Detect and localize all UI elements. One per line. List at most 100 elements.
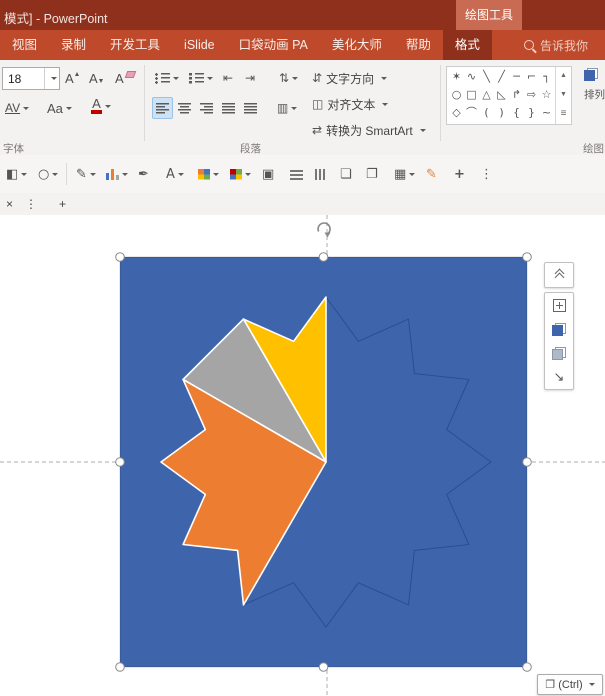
align-center-button[interactable] [175,97,194,119]
text-style-button[interactable]: A [164,163,186,185]
document-tabbar: × ⋮ + [0,193,605,216]
shape-right-paren-icon[interactable]: ) [494,104,509,122]
tab-format[interactable]: 格式 [442,30,492,60]
bullets-icon [155,72,170,84]
copy-button[interactable]: ❏ [338,163,354,185]
chart-columns-icon [106,168,119,180]
shape-rectangle-icon[interactable]: □ [464,86,479,104]
tab-pocket-animation[interactable]: 口袋动画 PA [227,30,320,60]
shape-diamond-icon[interactable]: ◇ [449,104,464,122]
gallery-scroll-down-button[interactable]: ▼ [556,86,571,105]
shape-line-icon[interactable]: ╲ [479,68,494,86]
select-objects-button[interactable]: + [452,163,467,185]
send-backward-button[interactable] [545,341,573,365]
edit-shape-button[interactable]: ✎ [74,163,98,185]
shape-curve-icon[interactable]: ~ [539,104,554,122]
slide-layout-button[interactable]: ▣ [260,163,276,185]
gallery-more-button[interactable]: ≡ [556,105,571,124]
resize-handle-bottom-center[interactable] [318,662,329,672]
new-tab-button[interactable]: + [53,197,72,211]
font-size-dropdown[interactable] [44,68,59,89]
align-right-icon [200,102,213,114]
shape-star-outline-icon[interactable]: ☆ [539,86,554,104]
bring-forward-button[interactable] [545,317,573,341]
resize-handle-bottom-right[interactable] [522,662,532,672]
close-tab-button[interactable]: × [0,197,19,211]
toolbar-more-button[interactable]: ⋮ [478,163,495,185]
justify-button[interactable] [219,97,238,119]
tab-record[interactable]: 录制 [49,30,98,60]
tab-beautify[interactable]: 美化大师 [320,30,394,60]
resize-handle-top-left[interactable] [115,252,125,262]
line-spacing-button[interactable]: ⇅ [276,67,301,89]
numbering-button[interactable] [186,67,216,89]
text-direction-button[interactable]: ⇵ 文字方向 [312,68,388,88]
shape-line-icon[interactable]: ╱ [494,68,509,86]
increase-indent-button[interactable]: ⇥ [242,67,258,89]
collapse-panel-button[interactable] [545,263,573,287]
gallery-scroll-up-button[interactable]: ▲ [556,67,571,86]
resize-handle-middle-left[interactable] [115,457,125,467]
distribute-rows-button[interactable] [288,163,305,185]
character-spacing-button[interactable]: AV [2,97,32,119]
grow-font-button[interactable]: A [62,67,82,89]
shape-triangle-icon[interactable]: △ [479,86,494,104]
tab-view[interactable]: 视图 [0,30,49,60]
change-case-button[interactable]: Aa [44,97,75,119]
resize-handle-top-center[interactable] [318,252,329,262]
align-left-button[interactable] [152,97,173,119]
font-size-combo[interactable]: 18 [2,67,60,90]
shape-fill-button[interactable]: ◧ [4,163,29,185]
chart-button[interactable] [104,163,130,185]
rotation-handle[interactable] [317,222,331,238]
marker-pen-button[interactable]: ✎ [424,163,439,185]
shape-arrow-icon[interactable]: ↱ [509,86,524,104]
eyedropper-button[interactable]: ✒ [136,163,151,185]
shrink-font-label: A [89,70,98,86]
shape-circle-icon[interactable]: ○ [449,86,464,104]
shape-right-triangle-icon[interactable]: ◺ [494,86,509,104]
align-center-target-button[interactable] [545,293,573,317]
paste-options-button[interactable]: ❐ (Ctrl) [537,674,603,695]
tab-options-button[interactable]: ⋮ [19,197,43,211]
clear-formatting-button[interactable]: A [112,67,138,89]
resize-handle-middle-right[interactable] [522,457,532,467]
bullets-button[interactable] [152,67,182,89]
shape-left-paren-icon[interactable]: ( [479,104,494,122]
distribute-text-button[interactable] [241,97,260,119]
shape-squiggle-icon[interactable]: ∿ [464,68,479,86]
shape-right-brace-icon[interactable]: } [524,104,539,122]
tab-developer[interactable]: 开发工具 [98,30,172,60]
shape-line-icon[interactable]: ─ [509,68,524,86]
shape-left-brace-icon[interactable]: { [509,104,524,122]
clipboard-button[interactable]: ❐ [364,163,380,185]
arrange-button[interactable]: 排列 [584,68,605,138]
shape-outline-button[interactable]: ○ [36,163,60,185]
convert-to-smartart-button[interactable]: ⇄ 转换为 SmartArt [312,120,426,140]
align-right-button[interactable] [197,97,216,119]
shape-elbow-icon[interactable]: ⌐ [524,68,539,86]
expand-panel-button[interactable]: ↘ [545,365,573,389]
shape-block-arrow-icon[interactable]: ⇨ [524,86,539,104]
tell-me-search[interactable]: 告诉我你 [524,30,605,60]
tab-islide[interactable]: iSlide [172,30,227,60]
columns-button[interactable]: ▥ [274,97,300,119]
shape-arc-icon[interactable]: ⌒ [464,104,479,122]
shrink-font-button[interactable]: A [86,67,106,89]
align-text-button[interactable]: ◫ 对齐文本 [312,94,389,114]
distribute-columns-button[interactable] [312,163,329,185]
shape-elbow-icon[interactable]: ┐ [539,68,554,86]
resize-handle-top-right[interactable] [522,252,532,262]
align-text-label: 对齐文本 [327,97,376,112]
shape-star-icon[interactable]: ✶ [449,68,464,86]
character-spacing-label: AV [5,101,21,115]
ribbon: 18 A A A AV Aa A 字体 ⇤ ⇥ ⇅ ▥ ⇵ 文字方向 ◫ 对齐文… [0,60,605,156]
font-color-button[interactable]: A [88,95,114,117]
resize-handle-bottom-left[interactable] [115,662,125,672]
color-scheme-button[interactable] [228,163,253,185]
decrease-indent-button[interactable]: ⇤ [220,67,236,89]
style-gallery-button[interactable]: ▦ [392,163,417,185]
table-style-button[interactable] [196,163,221,185]
tab-help[interactable]: 帮助 [394,30,443,60]
drawing-tools-contextual-header: 绘图工具 [456,0,522,30]
